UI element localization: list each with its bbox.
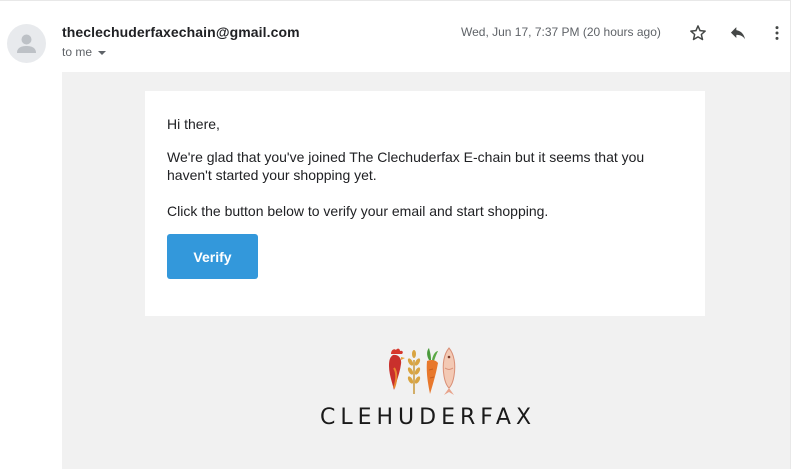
person-icon	[17, 34, 36, 53]
email-greeting: Hi there,	[167, 116, 220, 132]
sender-email[interactable]: theclechuderfaxechain@gmail.com	[62, 24, 300, 40]
sender-avatar[interactable]	[7, 24, 46, 63]
caret-down-icon	[98, 50, 107, 55]
recipient-label: to me	[62, 45, 93, 59]
star-icon	[690, 25, 706, 41]
email-card: Hi there, We're glad that you've joined …	[145, 91, 705, 316]
brand-logo-art	[383, 346, 463, 396]
more-vert-icon	[775, 26, 779, 40]
produce-logo-icon	[389, 347, 456, 395]
recipient-dropdown[interactable]: to me	[62, 45, 107, 59]
reply-icon	[730, 27, 746, 40]
star-button[interactable]	[686, 21, 710, 45]
brand-wordmark: CLEHUDERFAX	[319, 405, 537, 430]
top-divider	[0, 0, 790, 1]
email-date: Wed, Jun 17, 7:37 PM (20 hours ago)	[461, 25, 661, 39]
reply-button[interactable]	[726, 21, 750, 45]
verify-button[interactable]: Verify	[167, 234, 258, 279]
email-paragraph-verify: Click the button below to verify your em…	[167, 203, 549, 219]
right-divider	[790, 0, 791, 469]
email-paragraph-joined: We're glad that you've joined The Clechu…	[167, 149, 645, 183]
more-options-button[interactable]	[765, 21, 789, 45]
